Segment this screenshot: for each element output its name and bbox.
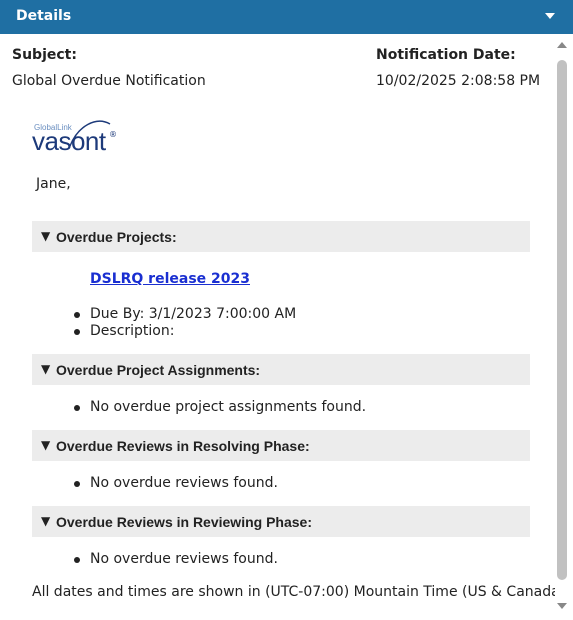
list-item: Due By: 3/1/2023 7:00:00 AM — [90, 306, 297, 322]
collapse-arrow-icon[interactable]: ▼ — [41, 362, 50, 376]
scroll-down-icon[interactable] — [557, 603, 567, 609]
list-item: No overdue project assignments found. — [90, 399, 367, 415]
logo-brand-main: vasont — [32, 126, 106, 156]
greeting: Jane, — [36, 176, 71, 192]
logo-registered: ® — [109, 130, 117, 139]
chevron-down-icon[interactable] — [545, 13, 555, 19]
notification-date-label: Notification Date: — [376, 47, 516, 63]
list-item: No overdue reviews found. — [90, 475, 278, 491]
collapse-arrow-icon[interactable]: ▼ — [41, 229, 50, 243]
list-item: Description: — [90, 323, 175, 339]
section-title: Overdue Project Assignments: — [56, 362, 261, 378]
section-overdue-projects[interactable]: ▼ Overdue Projects: — [32, 221, 530, 252]
bullet-icon — [74, 481, 80, 487]
subject-value: Global Overdue Notification — [12, 73, 206, 89]
vasont-logo: GlobalLink vasont ® — [32, 118, 122, 166]
scroll-up-icon[interactable] — [557, 42, 567, 48]
notification-date-value: 10/02/2025 2:08:58 PM — [376, 73, 541, 89]
bullet-icon — [74, 405, 80, 411]
collapse-arrow-icon[interactable]: ▼ — [41, 514, 50, 528]
collapse-arrow-icon[interactable]: ▼ — [41, 438, 50, 452]
section-overdue-assignments[interactable]: ▼ Overdue Project Assignments: — [32, 354, 530, 385]
section-title: Overdue Reviews in Reviewing Phase: — [56, 514, 312, 530]
section-title: Overdue Reviews in Resolving Phase: — [56, 438, 310, 454]
section-overdue-reviewing[interactable]: ▼ Overdue Reviews in Reviewing Phase: — [32, 506, 530, 537]
project-link[interactable]: DSLRQ release 2023 — [90, 271, 250, 287]
list-item: No overdue reviews found. — [90, 551, 278, 567]
bullet-icon — [74, 312, 80, 318]
timezone-footer: All dates and times are shown in (UTC-07… — [32, 584, 570, 600]
scrollbar-thumb[interactable] — [557, 60, 567, 580]
section-title: Overdue Projects: — [56, 229, 177, 245]
subject-label: Subject: — [12, 47, 77, 63]
details-header[interactable]: Details — [0, 0, 573, 34]
details-title: Details — [16, 8, 72, 24]
bullet-icon — [74, 329, 80, 335]
bullet-icon — [74, 557, 80, 563]
section-overdue-resolving[interactable]: ▼ Overdue Reviews in Resolving Phase: — [32, 430, 530, 461]
